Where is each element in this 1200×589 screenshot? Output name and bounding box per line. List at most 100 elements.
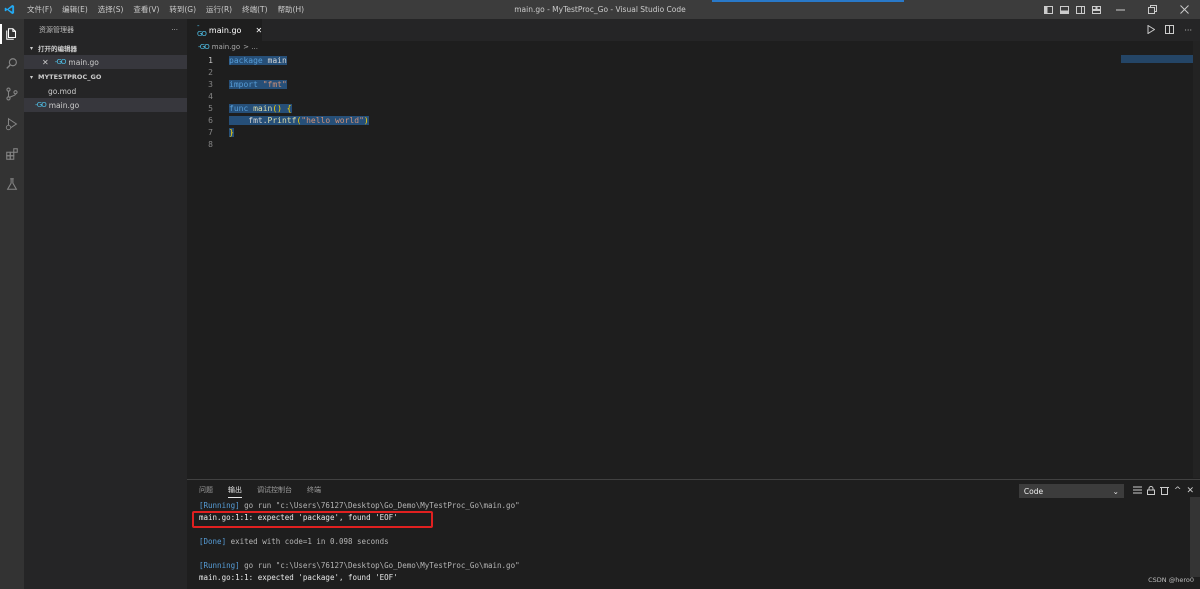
source-control-icon[interactable] <box>0 79 24 109</box>
tab-label: main.go <box>208 25 242 35</box>
chevron-down-icon: ▾ <box>30 44 34 52</box>
menu-go[interactable]: 转到(G) <box>164 0 201 19</box>
code-line: 8 <box>187 138 1117 150</box>
tab-main-go[interactable]: -GO main.go ✕ <box>187 19 262 41</box>
restore-icon[interactable] <box>1136 0 1168 19</box>
toggle-panel-icon[interactable] <box>1056 0 1072 19</box>
more-actions-button[interactable]: ··· <box>171 26 178 34</box>
tab-output[interactable]: 输出 <box>228 480 242 500</box>
menu-view[interactable]: 查看(V) <box>128 0 164 19</box>
code-text: func main() { <box>229 103 292 113</box>
minimize-icon[interactable] <box>1104 0 1136 19</box>
open-editor-name: main.go <box>68 57 99 67</box>
bottom-panel: 问题 输出 调试控制台 终端 Code ⌄ ^ ✕ [Running] go r… <box>187 479 1200 589</box>
menu-file[interactable]: 文件(F) <box>22 0 57 19</box>
tab-problems[interactable]: 问题 <box>199 480 213 500</box>
tab-terminal[interactable]: 终端 <box>307 480 321 500</box>
output-channel-value: Code <box>1023 486 1044 496</box>
go-file-icon: -GO <box>197 22 207 38</box>
clear-output-icon[interactable] <box>1159 486 1169 497</box>
close-icon[interactable]: ✕ <box>255 26 262 35</box>
output-line: [Done] exited with code=1 in 0.098 secon… <box>199 537 389 546</box>
output-error-line: main.go:1:1: expected 'package', found '… <box>199 573 398 582</box>
more-icon[interactable]: ··· <box>1184 26 1192 35</box>
open-editors-section[interactable]: ▾ 打开的编辑器 <box>24 41 187 55</box>
close-icon[interactable]: ✕ <box>42 58 49 67</box>
open-editor-item[interactable]: ✕ -GO main.go <box>24 55 187 69</box>
workspace-section[interactable]: ▾ MYTESTPROC_GO <box>24 70 187 84</box>
lock-icon[interactable] <box>1146 485 1155 497</box>
code-text: import "fmt" <box>229 79 287 89</box>
menu-selection[interactable]: 选择(S) <box>93 0 129 19</box>
breadcrumb-separator[interactable]: > ... <box>243 43 258 51</box>
run-debug-icon[interactable] <box>0 109 24 139</box>
minimap-slider[interactable] <box>1121 55 1193 63</box>
title-controls <box>1040 0 1200 19</box>
line-number: 5 <box>208 103 213 113</box>
go-file-icon: -GO <box>54 58 67 66</box>
line-number: 2 <box>208 67 213 77</box>
panel-scrollbar[interactable] <box>1190 497 1200 577</box>
search-icon[interactable] <box>0 49 24 79</box>
line-number: 8 <box>208 139 213 149</box>
filter-lines-icon[interactable] <box>1132 486 1142 496</box>
file-item[interactable]: go.mod <box>24 84 187 98</box>
breadcrumb-file[interactable]: main.go <box>212 43 240 51</box>
run-icon[interactable] <box>1147 24 1156 36</box>
go-file-icon: -GO <box>198 43 210 51</box>
code-text: } <box>229 127 234 137</box>
customize-layout-icon[interactable] <box>1088 0 1104 19</box>
panel-actions: Code ⌄ ^ ✕ <box>1018 483 1194 499</box>
testing-flask-icon[interactable] <box>0 169 24 199</box>
maximize-panel-icon[interactable]: ^ <box>1174 486 1182 496</box>
split-editor-icon[interactable] <box>1165 24 1175 36</box>
code-line: 6 fmt.Printf("hello world") <box>187 114 1117 126</box>
line-number: 1 <box>208 55 213 65</box>
line-number: 6 <box>208 115 213 125</box>
file-name: go.mod <box>48 86 77 96</box>
code-text: package main <box>229 55 287 65</box>
code-line: 1 package main <box>187 54 1117 66</box>
extensions-icon[interactable] <box>0 139 24 169</box>
close-window-icon[interactable] <box>1168 0 1200 19</box>
watermark: CSDN @hero0 <box>1148 576 1194 584</box>
line-number: 7 <box>208 127 213 137</box>
editor-scrollbar[interactable] <box>1193 41 1200 478</box>
title-bar: 文件(F) 编辑(E) 选择(S) 查看(V) 转到(G) 运行(R) 终端(T… <box>0 0 1200 19</box>
code-line: 5 func main() { <box>187 102 1117 114</box>
line-number: 3 <box>208 79 213 89</box>
menu-help[interactable]: 帮助(H) <box>273 0 310 19</box>
output-channel-select[interactable]: Code ⌄ <box>1018 484 1124 498</box>
menu-terminal[interactable]: 终端(T) <box>237 0 272 19</box>
open-editors-label: 打开的编辑器 <box>38 45 77 53</box>
go-file-icon: -GO <box>35 101 47 109</box>
toggle-secondary-sidebar-icon[interactable] <box>1072 0 1088 19</box>
code-line: 2 <box>187 66 1117 78</box>
code-text: fmt.Printf("hello world") <box>229 115 369 125</box>
menu-bar: 文件(F) 编辑(E) 选择(S) 查看(V) 转到(G) 运行(R) 终端(T… <box>22 0 309 19</box>
vscode-logo-icon <box>0 0 18 19</box>
close-panel-icon[interactable]: ✕ <box>1186 486 1194 496</box>
explorer-sidebar: 资源管理器 ··· ▾ 打开的编辑器 ✕ -GO main.go ▾ MYTES… <box>24 19 187 589</box>
tab-debug-console[interactable]: 调试控制台 <box>257 480 292 500</box>
panel-tabs: 问题 输出 调试控制台 终端 <box>199 480 336 500</box>
breadcrumb: -GO main.go > ... <box>187 41 258 53</box>
file-item[interactable]: -GO main.go <box>24 98 187 112</box>
title-accent-bar <box>712 0 904 2</box>
workspace-label: MYTESTPROC_GO <box>38 73 102 81</box>
code-editor[interactable]: 1 package main 2 3 import "fmt" 4 5 func… <box>187 54 1117 150</box>
code-line: 3 import "fmt" <box>187 78 1117 90</box>
menu-edit[interactable]: 编辑(E) <box>57 0 93 19</box>
chevron-down-icon: ⌄ <box>1112 486 1119 496</box>
explorer-header: 资源管理器 ··· <box>24 19 187 41</box>
chevron-down-icon: ▾ <box>30 73 34 81</box>
toggle-sidebar-icon[interactable] <box>1040 0 1056 19</box>
explorer-icon[interactable] <box>0 19 24 49</box>
error-highlight-box <box>192 511 433 528</box>
code-line: 4 <box>187 90 1117 102</box>
explorer-title: 资源管理器 <box>39 26 74 34</box>
menu-run[interactable]: 运行(R) <box>201 0 237 19</box>
file-name: main.go <box>48 100 80 110</box>
editor-tabs: -GO main.go ✕ ··· <box>187 19 1200 41</box>
